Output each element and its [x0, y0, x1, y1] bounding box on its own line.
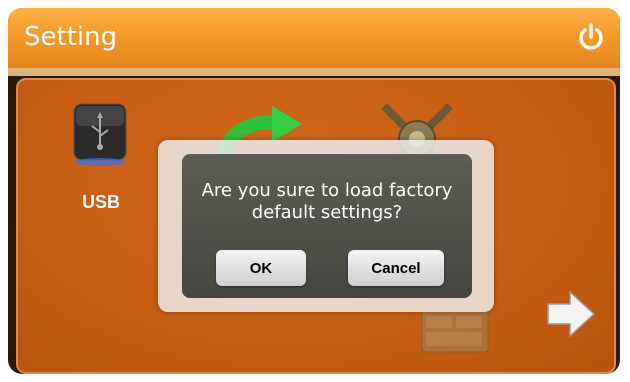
usb-label: USB — [81, 192, 120, 212]
dialog-message: Are you sure to load factory default set… — [201, 180, 453, 223]
background-widget — [420, 308, 490, 354]
usb-drive-icon[interactable] — [68, 100, 132, 166]
ok-button[interactable]: OK — [216, 250, 306, 286]
power-icon[interactable] — [576, 22, 606, 52]
cancel-button[interactable]: Cancel — [348, 250, 444, 286]
dialog-body: Are you sure to load factory default set… — [182, 154, 472, 298]
confirm-dialog: Are you sure to load factory default set… — [158, 140, 494, 312]
title-divider — [8, 68, 620, 76]
next-arrow-icon[interactable] — [546, 290, 596, 338]
title-bar: Setting — [8, 8, 620, 68]
window-title: Setting — [24, 22, 118, 52]
